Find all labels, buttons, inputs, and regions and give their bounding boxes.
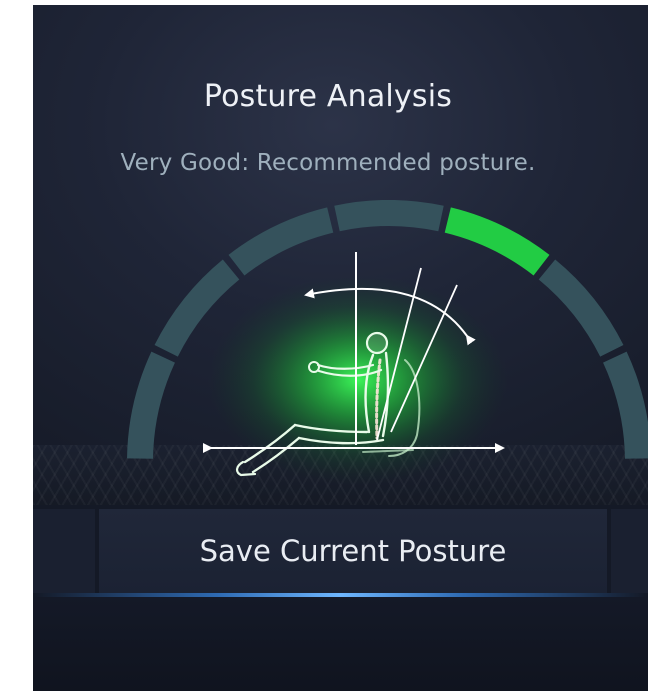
page-title: Posture Analysis: [203, 79, 453, 114]
right-side-tile: [611, 509, 648, 593]
gauge-segment-active: [444, 207, 550, 276]
save-posture-button[interactable]: Save Current Posture: [99, 509, 607, 593]
gauge-segment: [538, 259, 624, 357]
posture-gauge: [127, 200, 648, 485]
button-bar: Save Current Posture: [33, 505, 648, 597]
posture-screen: Posture Analysis Very Good: Recommended …: [33, 5, 648, 691]
posture-glow: [208, 275, 508, 485]
posture-status-text: Very Good: Recommended posture.: [120, 150, 536, 176]
gauge-segment: [334, 200, 444, 232]
gauge-segment: [228, 207, 334, 276]
left-side-tile: [33, 509, 95, 593]
gauge-segment: [127, 351, 175, 459]
lower-panel: [33, 597, 648, 691]
gauge-segment: [603, 351, 648, 459]
